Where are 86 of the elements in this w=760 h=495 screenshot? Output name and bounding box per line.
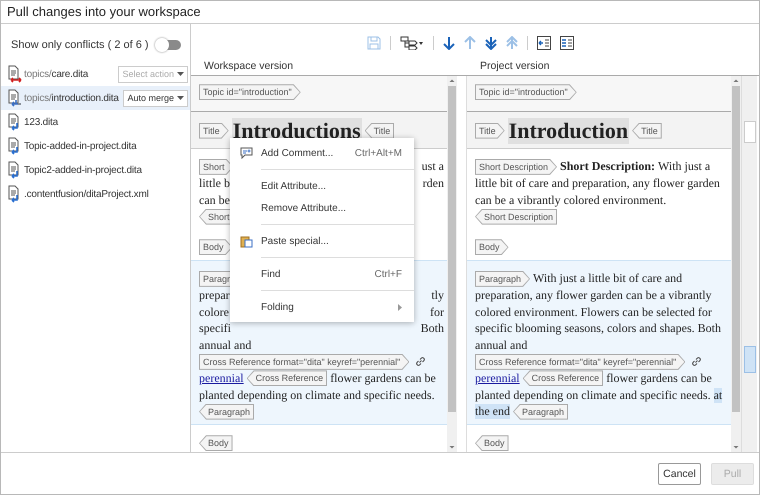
selected-text: the end (475, 404, 510, 420)
menu-item[interactable]: Folding (230, 296, 414, 318)
paragraph-text: flower gardens can be (330, 370, 436, 386)
tag-marker: Body (475, 435, 509, 452)
scrollbar[interactable] (731, 76, 741, 452)
paragraph-text: can be a vibrantly colored environment. (475, 192, 666, 208)
scrollbar[interactable] (447, 76, 457, 452)
paragraph-text: tly (431, 288, 444, 303)
link-icon[interactable] (691, 356, 702, 368)
tag-marker: Title (364, 122, 394, 139)
window-title: Pull changes into your workspace (1, 1, 759, 24)
dialog-button[interactable]: Cancel (658, 462, 701, 484)
selected-text: at (714, 388, 722, 403)
arrow-down-icon[interactable] (442, 36, 454, 50)
file-name: topics/care.dita (24, 68, 90, 80)
tag-marker: Body (199, 435, 233, 452)
paragraph-text: prepar (199, 288, 230, 303)
paragraph-text: ust a (422, 159, 444, 174)
paragraph-text: planted depending on climate and specific needs. (475, 388, 711, 403)
tag-marker: Topic id="introduction" (475, 84, 577, 100)
structure-dropdown-icon[interactable] (400, 36, 424, 50)
tag-marker: Short Description (475, 208, 558, 225)
menu-item[interactable]: Edit Attribute... (230, 175, 414, 197)
incoming-file-icon (7, 89, 23, 107)
toggle-switch[interactable] (156, 40, 181, 50)
pane-heading: Project version (480, 60, 550, 72)
paragraph-text: colored environment. Flowers can be selected for (475, 304, 712, 320)
file-name: Topic-added-in-project.dita (24, 140, 138, 152)
paragraph-text: preparation, any flower garden can be a vibrantly (475, 288, 712, 303)
paragraph-text: little bit of care and preparation, any flower garden (475, 176, 720, 191)
paragraph-text: specific blooming seasons, colors and shapes. Both (475, 321, 721, 336)
paragraph-text: With just a little bit of care and (533, 271, 682, 286)
topic-title: Introduction (508, 118, 630, 144)
filter-label: Show only conflicts ( 2 of 6 ) (11, 39, 149, 51)
file-name: 123.dita (24, 116, 60, 128)
link-icon[interactable] (415, 356, 426, 368)
copy-changes-icon[interactable] (560, 36, 574, 50)
paragraph-text: can be (199, 192, 230, 208)
paragraph-text: little b (199, 176, 230, 191)
tag-marker: Body (199, 239, 233, 256)
short-description-label: Short Description: (560, 159, 656, 174)
tag-marker: Cross Reference format="dita" keyref="perennial" (475, 354, 686, 370)
tag-marker: Cross Reference format="dita" keyref="perennial" (199, 354, 410, 370)
tag-marker: Short Description (475, 158, 558, 175)
menu-item[interactable]: Paste special... (230, 230, 414, 252)
copy-changes-icon[interactable] (536, 36, 550, 50)
action-dropdown[interactable]: Auto merge (123, 90, 188, 106)
paragraph-text: rden (422, 176, 444, 191)
paragraph-text: colore (199, 304, 229, 320)
paragraph-text: Both (420, 321, 444, 336)
paragraph-text: With just a (658, 159, 710, 174)
file-item[interactable]: Topic2-added-in-project.dita (1, 158, 190, 182)
paragraph-text: specifi (199, 321, 231, 336)
paragraph-text: for (430, 304, 444, 320)
tag-marker: Body (475, 239, 509, 256)
caret-icon (177, 96, 184, 100)
paste-icon (240, 234, 253, 248)
conflict-file-icon (7, 65, 23, 83)
file-name: Topic2-added-in-project.dita (24, 164, 143, 176)
tag-marker: Topic id="introduction" (199, 84, 301, 100)
cross-reference-link[interactable]: perennial (199, 370, 244, 386)
cross-reference-link[interactable]: perennial (475, 370, 520, 386)
tag-marker: Cross Reference (522, 370, 604, 386)
tag-marker: Title (475, 122, 505, 139)
tag-marker: Title (632, 122, 662, 139)
double-arrow-down-icon[interactable] (484, 36, 496, 50)
tag-marker: Paragraph (475, 270, 530, 287)
submenu-arrow-icon (398, 304, 402, 310)
paragraph-text: annual and (475, 338, 528, 353)
tag-marker: Title (199, 122, 229, 139)
file-item[interactable]: topics/care.dita Select action (1, 62, 190, 86)
comment-icon (240, 147, 253, 159)
file-item[interactable]: .contentfusion/ditaProject.xml (1, 182, 190, 206)
file-name: .contentfusion/ditaProject.xml (24, 188, 150, 200)
tag-marker: Paragraph (199, 404, 254, 420)
file-item[interactable]: Topic-added-in-project.dita (1, 134, 190, 158)
file-name: topics/introduction.dita (24, 92, 120, 104)
paragraph-text: flower gardens can be (606, 370, 712, 386)
file-item[interactable]: 123.dita (1, 110, 190, 134)
paragraph-text: planted depending on climate and specific needs. (199, 388, 435, 403)
pane-heading: Workspace version (204, 60, 294, 72)
caret-icon (177, 72, 184, 76)
tag-marker: Paragraph (513, 404, 568, 420)
tag-marker: Cross Reference (246, 370, 328, 386)
file-item[interactable]: topics/introduction.dita Auto merge (1, 86, 190, 110)
paragraph-text: annual and (199, 338, 252, 353)
